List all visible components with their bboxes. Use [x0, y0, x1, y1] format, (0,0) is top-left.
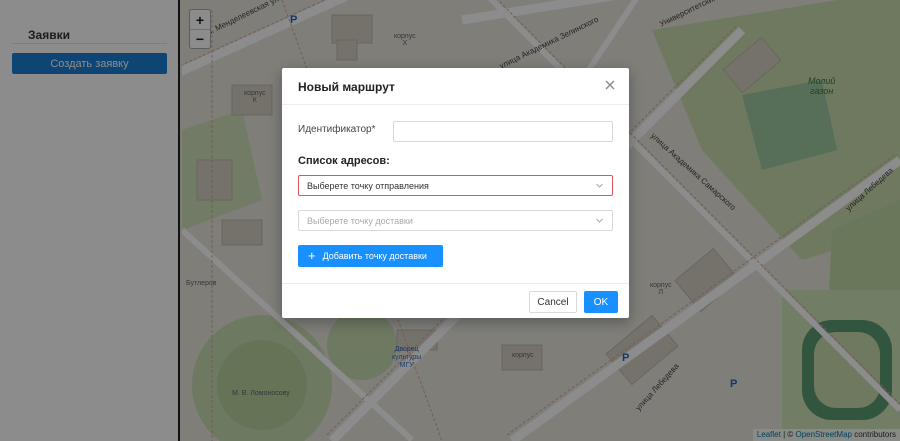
departure-select-text: Выберете точку отправления	[307, 180, 429, 191]
cancel-button[interactable]: Cancel	[529, 291, 577, 313]
modal-footer: Cancel OK	[282, 283, 629, 318]
departure-select[interactable]: Выберете точку отправления	[298, 175, 613, 196]
close-icon[interactable]	[603, 78, 617, 92]
modal-header: Новый маршрут	[282, 68, 629, 105]
modal-title: Новый маршрут	[298, 80, 395, 94]
delivery-select-text: Выберете точку доставки	[307, 215, 413, 226]
identifier-input[interactable]	[393, 121, 613, 142]
plus-icon: +	[308, 248, 316, 263]
new-route-modal: Новый маршрут Идентификатор* Список адре…	[282, 68, 629, 318]
chevron-down-icon	[596, 183, 603, 188]
address-list-label: Список адресов:	[298, 155, 390, 167]
ok-button[interactable]: OK	[584, 291, 618, 313]
chevron-down-icon	[596, 218, 603, 223]
delivery-select[interactable]: Выберете точку доставки	[298, 210, 613, 231]
add-delivery-point-label: Добавить точку доставки	[322, 251, 427, 261]
identifier-label: Идентификатор*	[298, 124, 376, 135]
add-delivery-point-button[interactable]: + Добавить точку доставки	[298, 245, 443, 267]
